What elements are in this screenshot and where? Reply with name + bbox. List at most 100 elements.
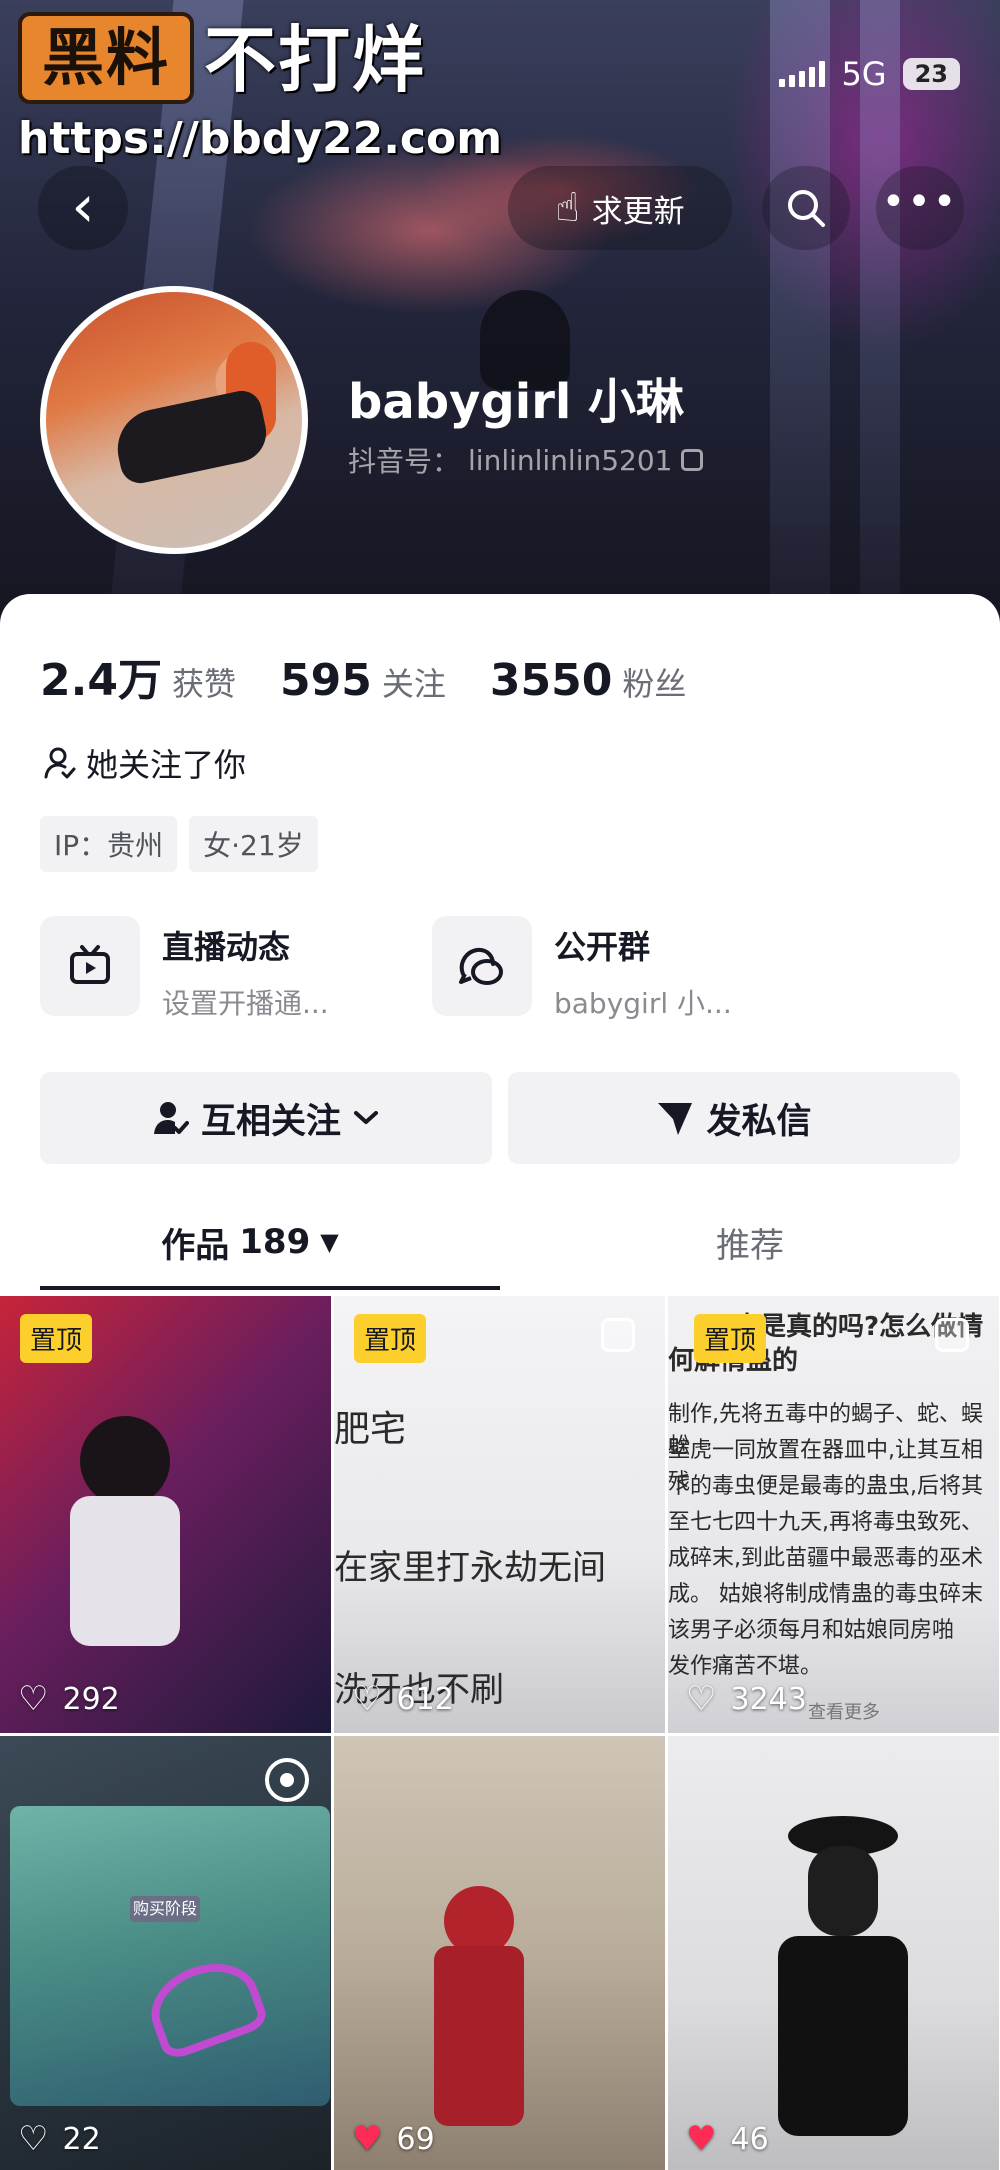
- search-button[interactable]: [762, 166, 850, 250]
- like-count: 3243: [730, 1681, 807, 1717]
- watermark-url: https://bbdy22.com: [18, 113, 503, 164]
- chevron-left-icon: ‹: [71, 172, 95, 240]
- stat-label: 获赞: [171, 665, 236, 703]
- tab-active-indicator: [40, 1286, 500, 1290]
- profile-card: 2.4万获赞 595关注 3550粉丝 她关注了你 IP：贵州 女·21岁: [0, 594, 1000, 1294]
- video-grid: 置顶 ♡ 292 肥宅 在家里打永劫无间 洗牙也不刷 置顶 ♡ 612 蛊是真的…: [0, 1296, 1000, 2170]
- follows-you-text: 她关注了你: [86, 746, 247, 784]
- heart-filled-icon: ♥: [686, 2119, 717, 2159]
- cover-light-beam: [770, 0, 830, 640]
- stat-value: 595: [279, 655, 372, 706]
- request-update-button[interactable]: ☝ 求更新: [508, 166, 732, 250]
- heart-outline-icon: ♡: [18, 1679, 49, 1719]
- heart-outline-icon: ♡: [686, 1679, 717, 1719]
- send-message-button[interactable]: 发私信: [508, 1072, 960, 1164]
- stat-label: 粉丝: [622, 665, 687, 703]
- like-count: 612: [396, 1681, 454, 1717]
- like-count: 46: [730, 2121, 769, 2157]
- video-thumbnail[interactable]: 肥宅 在家里打永劫无间 洗牙也不刷 置顶 ♡ 612: [334, 1296, 665, 1733]
- video-caption-line: 该男子必须每月和姑娘同房啪: [668, 1618, 955, 1643]
- watermark-logo: 黑料: [18, 12, 194, 104]
- stat-following[interactable]: 595 关注: [280, 655, 446, 706]
- see-more-link: 查看更多: [808, 1702, 880, 1723]
- tab-works-count: 189: [239, 1222, 311, 1262]
- heart-outline-icon: ♡: [18, 2119, 49, 2159]
- video-caption-line: 发作痛苦不堪。: [668, 1654, 823, 1679]
- watermark-title: 不打烊: [204, 18, 427, 102]
- live-feed-title: 直播动态: [162, 928, 291, 966]
- heart-filled-icon: ♥: [352, 2119, 383, 2159]
- feature-icon-box: [432, 916, 532, 1016]
- send-icon: [658, 1103, 693, 1135]
- request-update-label: 求更新: [591, 193, 685, 230]
- select-checkbox[interactable]: [935, 1318, 969, 1352]
- feature-icon-box: [40, 916, 140, 1016]
- video-likes: ♡ 612: [352, 1679, 454, 1719]
- douyin-id[interactable]: 抖音号： linlinlinlin5201: [348, 440, 703, 480]
- like-count: 22: [62, 2121, 101, 2157]
- send-message-label: 发私信: [706, 1101, 812, 1142]
- video-figure: [808, 1846, 878, 1936]
- tag-gender-age: 女·21岁: [189, 816, 318, 872]
- game-screen-label: 购买阶段: [130, 1896, 200, 1922]
- avatar-figure: [110, 387, 272, 487]
- video-thumbnail[interactable]: 购买阶段 ♡ 22: [0, 1736, 331, 2170]
- tv-icon: [70, 945, 110, 984]
- cover-light-beam: [860, 0, 900, 640]
- pinned-badge: 置顶: [694, 1314, 767, 1363]
- stat-likes[interactable]: 2.4万 获赞: [40, 644, 236, 708]
- tab-recommend[interactable]: 推荐: [500, 1194, 1000, 1290]
- video-thumbnail[interactable]: 蛊是真的吗?怎么做情 何解情蛊的 制作,先将五毒中的蝎子、蛇、蜈蚣 壁虎一同放置…: [668, 1296, 999, 1733]
- stat-value: 2.4万: [40, 655, 162, 706]
- network-type: 5G: [841, 55, 887, 93]
- follows-you-indicator: 她关注了你: [44, 740, 246, 786]
- public-group-title: 公开群: [554, 928, 651, 966]
- video-figure: [80, 1416, 170, 1506]
- more-button[interactable]: •••: [876, 166, 964, 250]
- stat-value: 3550: [489, 655, 613, 706]
- video-likes: ♥ 69: [352, 2119, 435, 2159]
- profile-tags: IP：贵州 女·21岁: [40, 816, 318, 872]
- live-feed-subtitle: 设置开播通...: [162, 987, 329, 1020]
- tab-works-label: 作品: [161, 1225, 230, 1266]
- video-caption-line: 肥宅: [334, 1409, 407, 1450]
- content-tabs: 作品 189 ▼ 推荐: [0, 1194, 1000, 1290]
- public-group-subtitle: babygirl 小...: [554, 987, 732, 1020]
- like-count: 292: [62, 1681, 120, 1717]
- video-thumbnail[interactable]: ♥ 69: [334, 1736, 665, 2170]
- mutual-follow-label: 互相关注: [200, 1101, 341, 1142]
- avatar[interactable]: [40, 286, 308, 554]
- live-feed-entry[interactable]: 直播动态 设置开播通...: [40, 916, 329, 1022]
- user-check-icon: [153, 1102, 189, 1134]
- video-caption-line: 在家里打永劫无间: [334, 1548, 606, 1588]
- video-figure: [70, 1496, 180, 1646]
- video-caption-line: 下的毒虫便是最毒的蛊虫,后将其: [668, 1474, 983, 1499]
- douyin-id-prefix: 抖音号：: [348, 445, 461, 478]
- heart-outline-icon: ♡: [352, 1679, 383, 1719]
- stat-followers[interactable]: 3550 粉丝: [490, 655, 686, 706]
- pinned-badge: 置顶: [354, 1314, 427, 1363]
- tag-ip-location: IP：贵州: [40, 816, 178, 872]
- pinned-badge: 置顶: [20, 1314, 93, 1363]
- back-button[interactable]: ‹: [38, 166, 128, 250]
- video-likes: ♡ 3243: [686, 1679, 807, 1719]
- select-checkbox[interactable]: [601, 1318, 635, 1352]
- profile-nickname: babygirl 小琳: [348, 374, 685, 430]
- search-icon: [788, 190, 825, 227]
- stats-row: 2.4万 获赞 595 关注 3550 粉丝: [40, 644, 686, 708]
- video-thumbnail[interactable]: 置顶 ♡ 292: [0, 1296, 331, 1733]
- douyin-id-value: linlinlinlin5201: [468, 443, 673, 477]
- video-figure: [778, 1936, 908, 2136]
- copy-icon[interactable]: [680, 449, 703, 471]
- tab-works[interactable]: 作品 189 ▼: [0, 1194, 500, 1290]
- game-screen: [10, 1806, 330, 2106]
- video-thumbnail[interactable]: ♥ 46: [668, 1736, 999, 2170]
- mutual-follow-button[interactable]: 互相关注: [40, 1072, 492, 1164]
- public-group-entry[interactable]: 公开群 babygirl 小...: [432, 916, 732, 1022]
- more-dots-icon: •••: [881, 179, 959, 225]
- video-caption-line: 成碎末,到此苗疆中最恶毒的巫术: [668, 1546, 983, 1571]
- like-count: 69: [396, 2121, 435, 2157]
- battery-level: 23: [902, 58, 960, 90]
- video-likes: ♥ 46: [686, 2119, 769, 2159]
- tab-recommend-label: 推荐: [716, 1225, 784, 1266]
